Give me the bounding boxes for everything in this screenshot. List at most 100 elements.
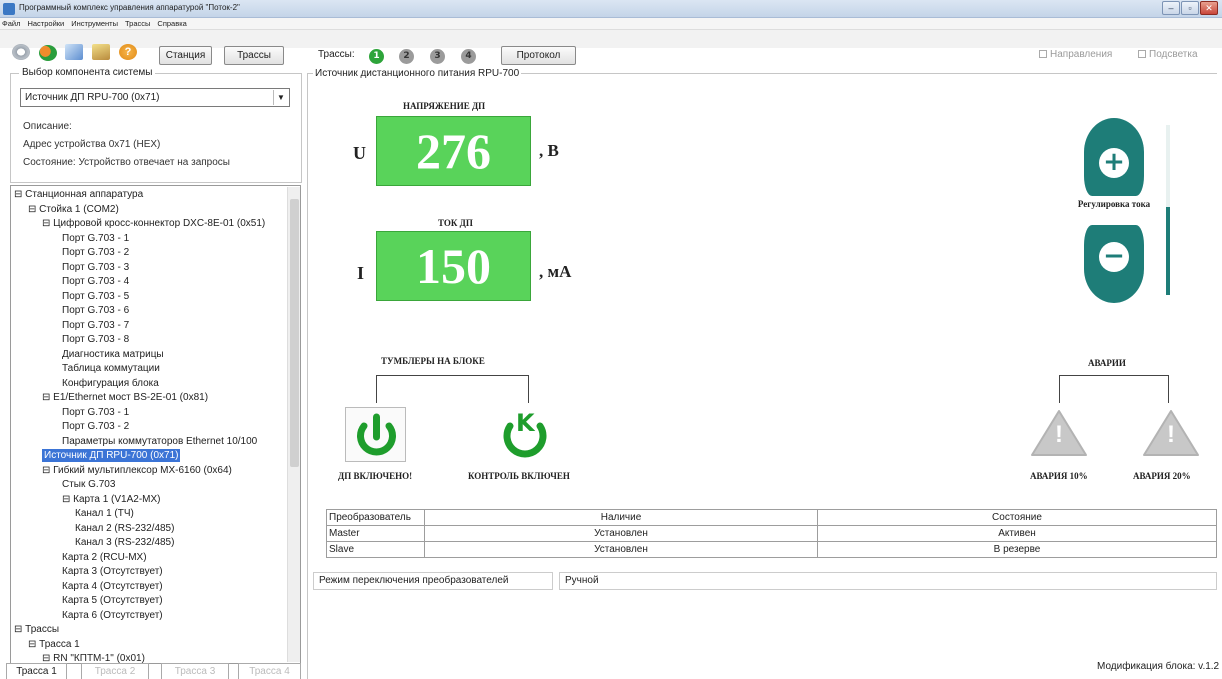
tab-route-1[interactable]: Трасса 1 <box>6 663 67 679</box>
tree-item[interactable]: ⊟ Цифровой кросс-коннектор DXC-8E-01 (0x… <box>42 217 265 230</box>
tree-item[interactable]: Карта 3 (Отсутствует) <box>62 565 163 578</box>
maximize-button[interactable]: ▫ <box>1181 1 1199 15</box>
table-cell: Установлен <box>424 525 818 542</box>
tree-item[interactable]: ⊟ Станционная аппаратура <box>14 188 143 201</box>
table-header-row: Преобразователь Наличие Состояние <box>326 509 1217 526</box>
tree-item[interactable]: Карта 4 (Отсутствует) <box>62 580 163 593</box>
tree-item[interactable]: ⊟ Трасса 1 <box>28 638 80 651</box>
tree-item[interactable]: Порт G.703 - 1 <box>62 232 129 245</box>
power-switch[interactable] <box>345 407 406 462</box>
voltage-unit: , В <box>539 141 559 160</box>
mode-label: Режим переключения преобразователей <box>313 572 553 590</box>
plus-icon: + <box>1099 148 1129 178</box>
tree-item[interactable]: Порт G.703 - 8 <box>62 333 129 346</box>
increase-current-button[interactable]: + <box>1084 118 1144 196</box>
station-button[interactable]: Станция <box>159 46 212 65</box>
tree-item[interactable]: Порт G.703 - 3 <box>62 261 129 274</box>
tree-item[interactable]: Порт G.703 - 5 <box>62 290 129 303</box>
alarm-20-indicator: ! <box>1141 408 1201 458</box>
tree-item[interactable]: Порт G.703 - 4 <box>62 275 129 288</box>
converters-table: Преобразователь Наличие Состояние Master… <box>326 509 1217 558</box>
tab-route-2[interactable]: Трасса 2 <box>81 663 149 679</box>
menu-help[interactable]: Справка <box>157 18 186 29</box>
tab-route-3[interactable]: Трасса 3 <box>161 663 229 679</box>
menu-tools[interactable]: Инструменты <box>71 18 118 29</box>
tree-item[interactable]: Канал 2 (RS-232/485) <box>75 522 174 535</box>
decrease-current-button[interactable]: − <box>1084 225 1144 303</box>
tree-item[interactable]: Карта 5 (Отсутствует) <box>62 594 163 607</box>
gear-icon[interactable] <box>12 44 30 60</box>
component-select-legend: Выбор компонента системы <box>19 67 156 78</box>
tree-item[interactable]: Диагностика матрицы <box>62 348 164 361</box>
tree-item[interactable]: Параметры коммутаторов Ethernet 10/100 <box>62 435 257 448</box>
tree-item[interactable]: Конфигурация блока <box>62 377 159 390</box>
tree-item[interactable]: Порт G.703 - 6 <box>62 304 129 317</box>
protocol-button[interactable]: Протокол <box>501 46 576 65</box>
tree-item[interactable]: Карта 6 (Отсутствует) <box>62 609 163 622</box>
tree-item[interactable]: Стык G.703 <box>62 478 115 491</box>
routes-button[interactable]: Трассы <box>224 46 284 65</box>
power-caption: ДП ВКЛЮЧЕНО! <box>338 471 413 481</box>
minimize-button[interactable]: – <box>1162 1 1180 15</box>
highlight-checkbox[interactable]: Подсветка <box>1138 49 1198 60</box>
current-unit: , мА <box>539 262 572 281</box>
tree-item-selected[interactable]: Источник ДП RPU-700 (0x71) <box>42 449 181 462</box>
table-row[interactable]: Slave Установлен В резерве <box>326 541 1217 558</box>
tree-item[interactable]: Таблица коммутации <box>62 362 160 375</box>
tab-route-4[interactable]: Трасса 4 <box>238 663 301 679</box>
table-cell: Установлен <box>424 541 818 558</box>
menu-file[interactable]: Файл <box>2 18 20 29</box>
route-3-indicator[interactable]: 3 <box>430 49 445 64</box>
tree-item[interactable]: ⊟ Стойка 1 (COM2) <box>28 203 119 216</box>
menu-settings[interactable]: Настройки <box>27 18 64 29</box>
tree-item[interactable]: Канал 1 (ТЧ) <box>75 507 134 520</box>
tree-item[interactable]: ⊟ E1/Ethernet мост BS-2E-01 (0x81) <box>42 391 208 404</box>
current-symbol: I <box>357 263 365 283</box>
tree-item[interactable]: ⊟ Карта 1 (V1A2-MX) <box>62 493 161 506</box>
component-select-dropdown[interactable]: Источник ДП RPU-700 (0x71) ▼ <box>20 88 290 107</box>
route-4-indicator[interactable]: 4 <box>461 49 476 64</box>
tree-scrollbar-thumb[interactable] <box>290 199 299 467</box>
tree-scrollbar[interactable] <box>287 187 300 662</box>
route-1-indicator[interactable]: 1 <box>369 49 384 64</box>
mode-value-field[interactable]: Ручной <box>559 572 1217 590</box>
help-icon[interactable]: ? <box>119 44 137 60</box>
switches-title: ТУМБЛЕРЫ НА БЛОКЕ <box>381 356 485 366</box>
alarm-10-glyph: ! <box>1055 421 1063 448</box>
network-icon[interactable] <box>39 45 57 61</box>
tree-item[interactable]: Порт G.703 - 1 <box>62 406 129 419</box>
menu-routes[interactable]: Трассы <box>125 18 150 29</box>
tree-item[interactable]: Порт G.703 - 2 <box>62 420 129 433</box>
table-header: Состояние <box>817 509 1217 526</box>
block-version: Модификация блока: v.1.2 <box>1097 661 1220 672</box>
device-address: Адрес устройства 0x71 (HEX) <box>23 139 161 150</box>
current-level-bar <box>1166 125 1170 295</box>
table-header: Преобразователь <box>326 509 425 526</box>
table-cell: Master <box>326 525 425 542</box>
title-bar: Программный комплекс управления аппарату… <box>0 0 1222 18</box>
table-header: Наличие <box>424 509 818 526</box>
voltage-display: 276 <box>376 116 531 186</box>
alarm-10-caption: АВАРИЯ 10% <box>1030 471 1088 481</box>
voltage-symbol: U <box>353 143 366 163</box>
minus-icon: − <box>1099 242 1129 272</box>
tree-item[interactable]: Порт G.703 - 2 <box>62 246 129 259</box>
tree-item[interactable]: ⊟ Гибкий мультиплексор MX-6160 (0x64) <box>42 464 232 477</box>
chevron-down-icon[interactable]: ▼ <box>273 90 288 105</box>
tree-item[interactable]: Карта 2 (RCU-MX) <box>62 551 147 564</box>
control-switch[interactable]: K <box>497 409 553 461</box>
adjust-current-label: Регулировка тока <box>1077 199 1151 209</box>
close-button[interactable]: ✕ <box>1200 1 1218 15</box>
tree-item[interactable]: Порт G.703 - 7 <box>62 319 129 332</box>
tree-item[interactable]: Канал 3 (RS-232/485) <box>75 536 174 549</box>
table-cell: Slave <box>326 541 425 558</box>
chart-icon[interactable] <box>65 44 83 60</box>
tree-item[interactable]: ⊟ Трассы <box>14 623 59 636</box>
route-2-indicator[interactable]: 2 <box>399 49 414 64</box>
switches-bracket <box>376 375 529 403</box>
component-selected-value: Источник ДП RPU-700 (0x71) <box>25 92 160 103</box>
directions-checkbox[interactable]: Направления <box>1039 49 1112 60</box>
window-controls: – ▫ ✕ <box>1162 1 1218 15</box>
table-row[interactable]: Master Установлен Активен <box>326 525 1217 542</box>
edit-icon[interactable] <box>92 44 110 60</box>
